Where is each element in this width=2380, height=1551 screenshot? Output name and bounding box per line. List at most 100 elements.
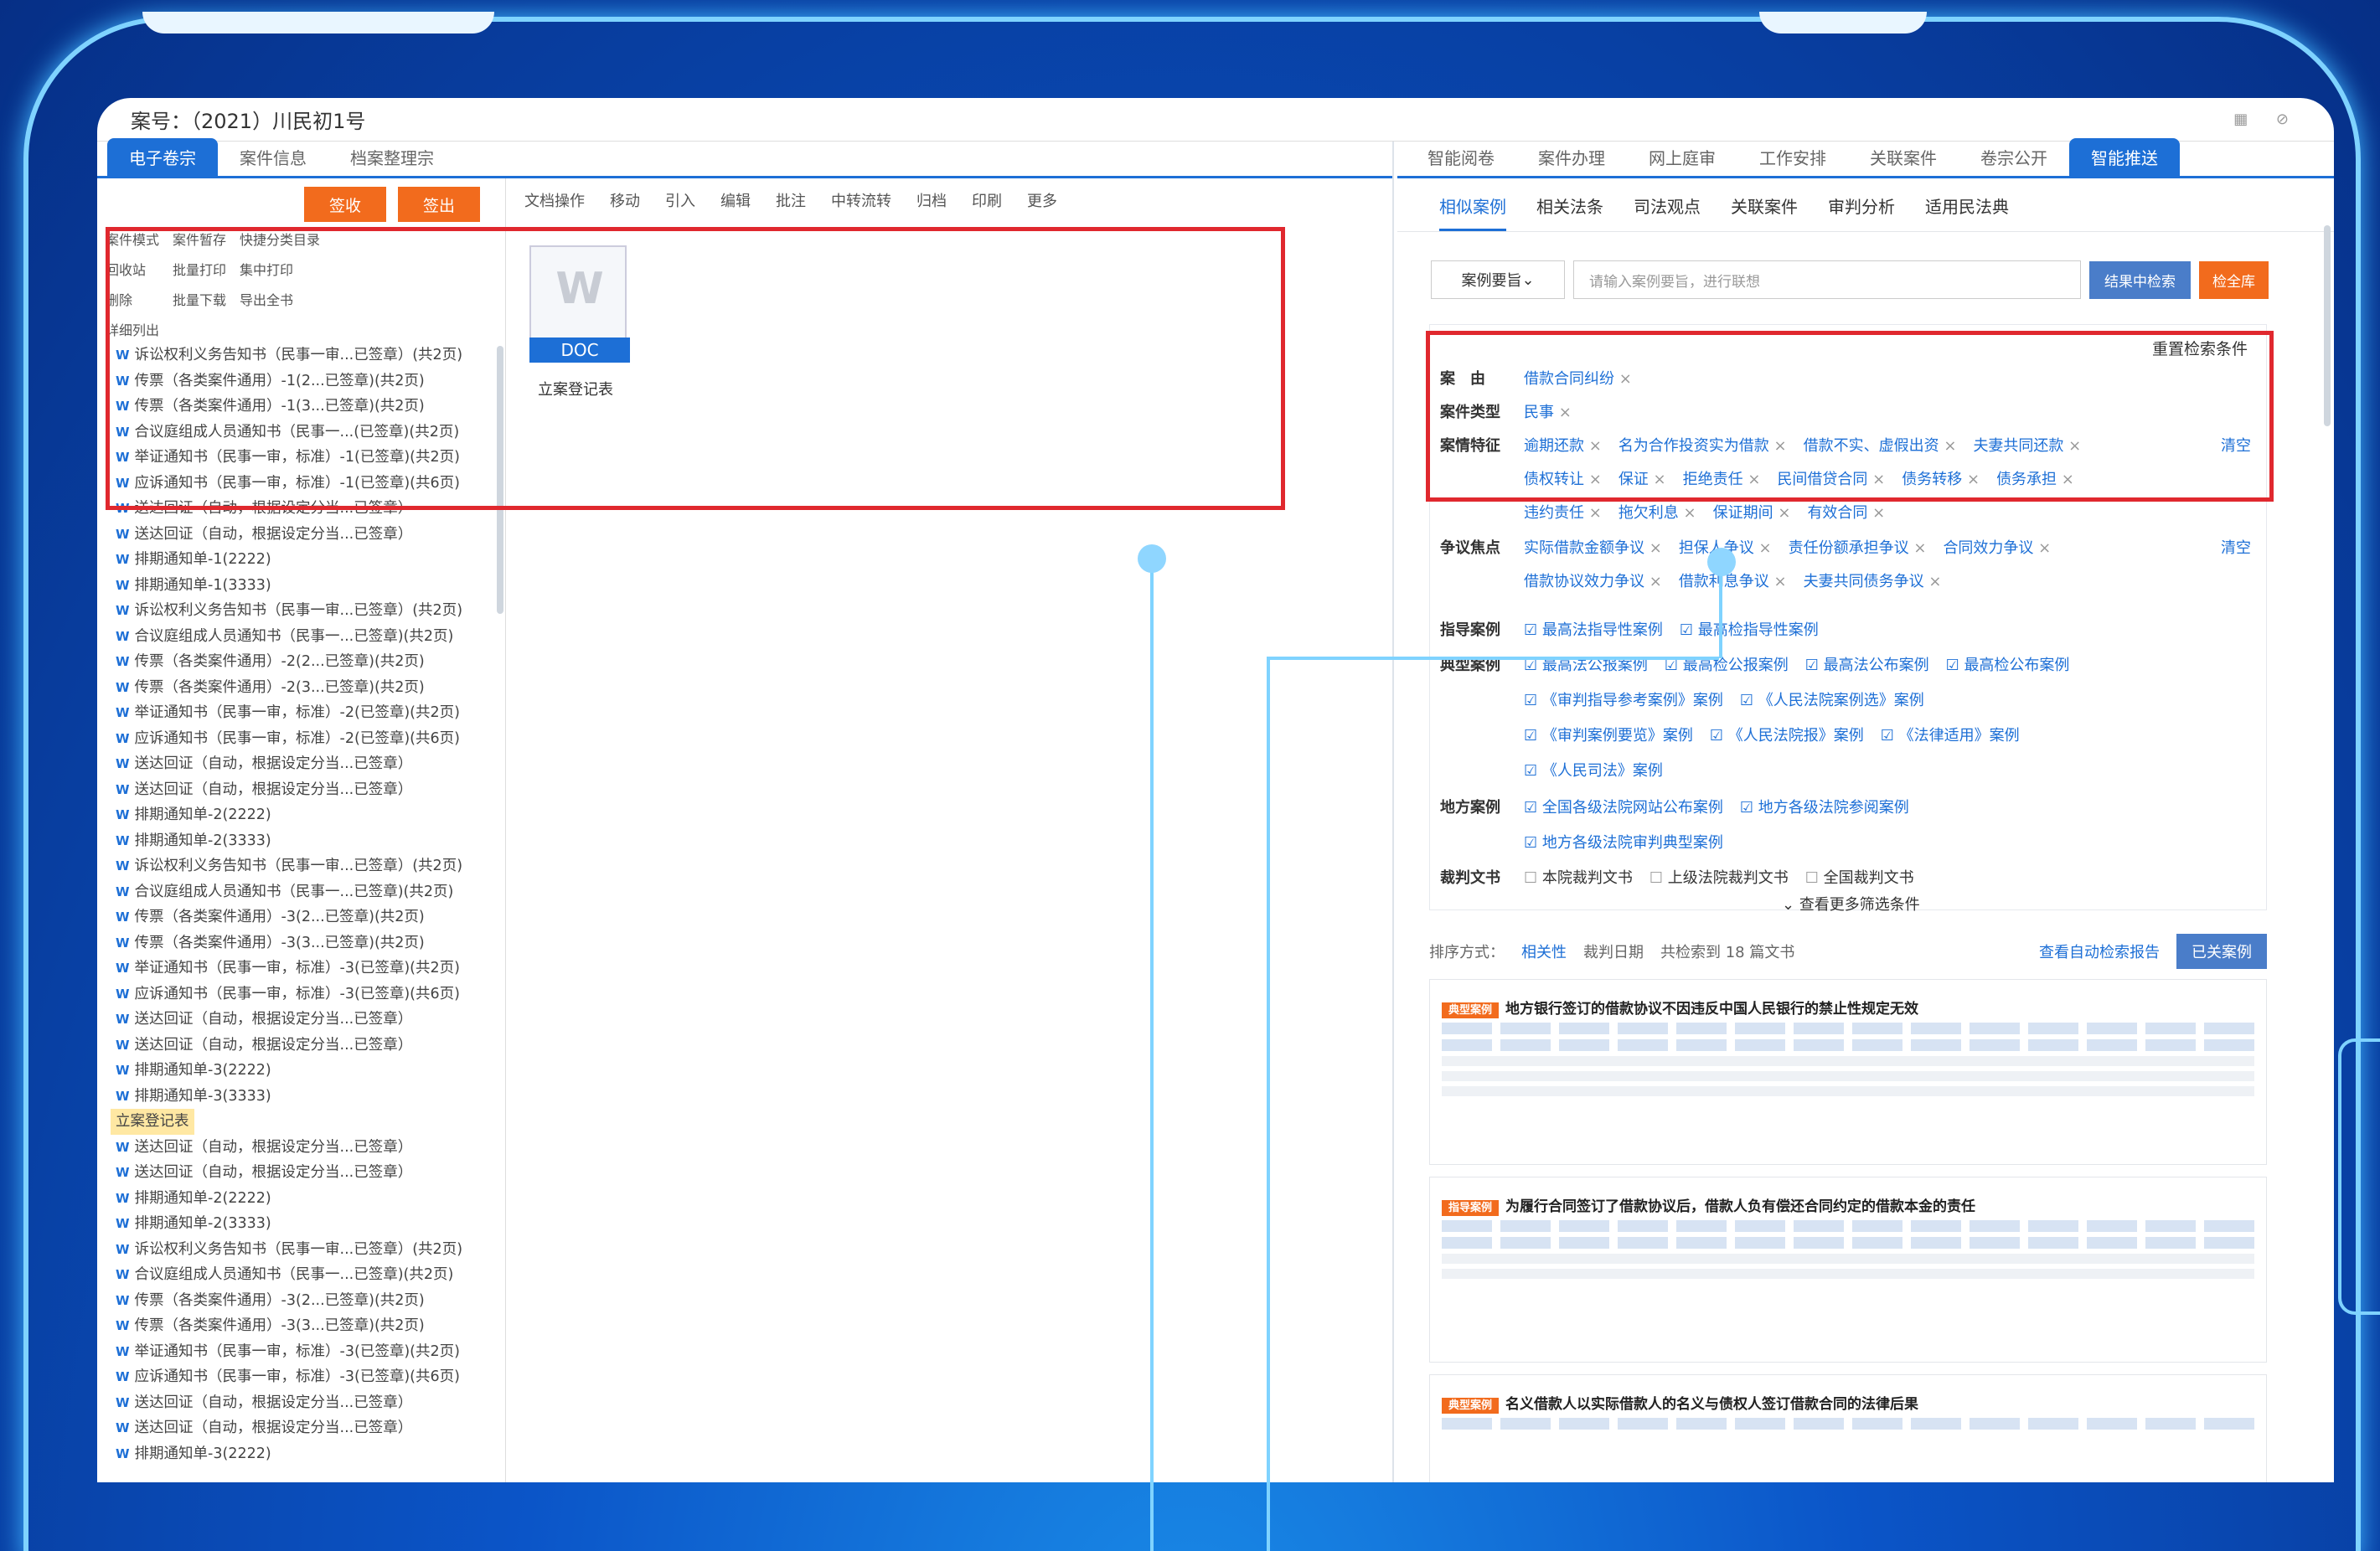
subtab-similar[interactable]: 相似案例 xyxy=(1439,193,1506,231)
tab-online-trial[interactable]: 网上庭审 xyxy=(1627,138,1737,176)
file-item[interactable]: W 排期通知单-2(2222) xyxy=(106,1186,505,1212)
checkbox[interactable]: 《审判案例要览》案例 xyxy=(1524,724,1693,745)
folder-item[interactable]: 立案登记表 xyxy=(106,1109,505,1135)
file-item[interactable]: W 传票（各类案件通用）-3(3...已签章)(共2页) xyxy=(106,1313,505,1339)
checkbox[interactable]: 地方各级法院审判典型案例 xyxy=(1524,831,1723,853)
file-item[interactable]: W 送达回证（自动，根据设定分当...已签章） xyxy=(106,751,505,777)
tb-transfer[interactable]: 中转流转 xyxy=(831,189,891,211)
closed-cases-button[interactable]: 已关案例 xyxy=(2176,934,2267,969)
file-item[interactable]: W 送达回证（自动，根据设定分当...已签章） xyxy=(106,777,505,803)
result-title[interactable]: 为履行合同签订了借款协议后，借款人负有偿还合同约定的借款本金的责任 xyxy=(1505,1198,1975,1215)
tb-doc-op[interactable]: 文档操作 xyxy=(524,189,585,211)
sort-relevance[interactable]: 相关性 xyxy=(1521,940,1567,962)
sign-out-button[interactable]: 签出 xyxy=(397,187,480,222)
file-item[interactable]: W 诉讼权利义务告知书（民事一审...已签章）(共2页) xyxy=(106,1237,505,1263)
result-card[interactable]: 典型案例 地方银行签订的借款协议不因违反中国人民银行的禁止性规定无效 xyxy=(1429,979,2267,1165)
file-item[interactable]: W 传票（各类案件通用）-2(2...已签章)(共2页) xyxy=(106,649,505,675)
tab-smart-read[interactable]: 智能阅卷 xyxy=(1406,138,1516,176)
file-item[interactable]: W 送达回证（自动，根据设定分当...已签章） xyxy=(106,1160,505,1186)
auto-report-link[interactable]: 查看自动检索报告 xyxy=(2039,940,2160,962)
chip[interactable]: 违约责任 xyxy=(1524,501,1602,523)
checkbox[interactable]: 本院裁判文书 xyxy=(1524,866,1633,888)
file-item[interactable]: W 排期通知单-1(2222) xyxy=(106,547,505,573)
checkbox[interactable]: 上级法院裁判文书 xyxy=(1649,866,1789,888)
tb-more[interactable]: 更多 xyxy=(1027,189,1057,211)
tb-annotate[interactable]: 批注 xyxy=(776,189,806,211)
file-item[interactable]: W 传票（各类案件通用）-3(3...已签章)(共2页) xyxy=(106,930,505,956)
file-item[interactable]: W 合议庭组成人员通知书（民事一...已签章)(共2页) xyxy=(106,879,505,905)
search-in-results-button[interactable]: 结果中检索 xyxy=(2089,260,2191,299)
checkbox[interactable]: 《人民法院报》案例 xyxy=(1710,724,1864,745)
file-item[interactable]: W 传票（各类案件通用）-3(2...已签章)(共2页) xyxy=(106,1288,505,1314)
file-item[interactable]: W 送达回证（自动，根据设定分当...已签章） xyxy=(106,1390,505,1416)
file-item[interactable]: W 举证通知书（民事一审，标准）-3(已签章)(共2页) xyxy=(106,1339,505,1365)
file-item[interactable]: W 排期通知单-3(2222) xyxy=(106,1441,505,1467)
tab-smart-push[interactable]: 智能推送 xyxy=(2069,138,2180,176)
sort-date[interactable]: 裁判日期 xyxy=(1583,940,1644,962)
subtab-views[interactable]: 司法观点 xyxy=(1634,193,1701,231)
window-controls[interactable]: ▦ ⊘ xyxy=(2233,111,2300,128)
chip[interactable]: 借款利息争议 xyxy=(1679,569,1787,591)
file-item[interactable]: W 送达回证（自动，根据设定分当...已签章） xyxy=(106,1033,505,1059)
tab-electronic-file[interactable]: 电子卷宗 xyxy=(107,138,218,176)
tab-work-plan[interactable]: 工作安排 xyxy=(1737,138,1848,176)
chip[interactable]: 拖欠利息 xyxy=(1619,501,1696,523)
result-title[interactable]: 名义借款人以实际借款人的名义与债权人签订借款合同的法律后果 xyxy=(1505,1396,1918,1413)
checkbox[interactable]: 全国裁判文书 xyxy=(1805,866,1914,888)
chip[interactable]: 责任份额承担争议 xyxy=(1789,536,1927,558)
file-item[interactable]: W 排期通知单-2(3333) xyxy=(106,1211,505,1237)
file-item[interactable]: W 诉讼权利义务告知书（民事一审...已签章）(共2页) xyxy=(106,598,505,624)
checkbox[interactable]: 最高法公布案例 xyxy=(1805,653,1929,675)
file-item[interactable]: W 送达回证（自动，根据设定分当...已签章） xyxy=(106,1007,505,1033)
checkbox[interactable]: 地方各级法院参阅案例 xyxy=(1740,796,1909,817)
file-item[interactable]: W 应诉通知书（民事一审，标准）-3(已签章)(共6页) xyxy=(106,1364,505,1390)
search-type-select[interactable]: 案例要旨 ⌄ xyxy=(1431,260,1565,299)
checkbox[interactable]: 《人民法院案例选》案例 xyxy=(1740,688,1924,710)
search-all-button[interactable]: 检全库 xyxy=(2199,260,2269,299)
checkbox[interactable]: 《人民司法》案例 xyxy=(1524,759,1663,781)
subtab-analysis[interactable]: 审判分析 xyxy=(1828,193,1895,231)
file-item[interactable]: W 送达回证（自动，根据设定分当...已签章） xyxy=(106,522,505,548)
file-item[interactable]: W 诉讼权利义务告知书（民事一审...已签章）(共2页) xyxy=(106,853,505,879)
subtab-related[interactable]: 关联案件 xyxy=(1731,193,1798,231)
file-item[interactable]: W 排期通知单-3(2222) xyxy=(106,1058,505,1084)
chip[interactable]: 夫妻共同债务争议 xyxy=(1804,569,1942,591)
tb-move[interactable]: 移动 xyxy=(610,189,640,211)
search-input[interactable]: 请输入案例要旨，进行联想 xyxy=(1573,260,2081,299)
chip[interactable]: 保证期间 xyxy=(1713,501,1791,523)
result-title[interactable]: 地方银行签订的借款协议不因违反中国人民银行的禁止性规定无效 xyxy=(1505,1001,1918,1018)
right-scrollbar[interactable] xyxy=(2324,225,2331,426)
tab-related-case[interactable]: 关联案件 xyxy=(1848,138,1959,176)
subtab-civil-code[interactable]: 适用民法典 xyxy=(1925,193,2009,231)
file-item[interactable]: W 排期通知单-2(3333) xyxy=(106,828,505,854)
file-item[interactable]: W 传票（各类案件通用）-3(2...已签章)(共2页) xyxy=(106,904,505,930)
file-item[interactable]: W 送达回证（自动，根据设定分当...已签章） xyxy=(106,1135,505,1161)
chip[interactable]: 实际借款金额争议 xyxy=(1524,536,1662,558)
tab-file-public[interactable]: 卷宗公开 xyxy=(1959,138,2069,176)
file-item[interactable]: W 传票（各类案件通用）-2(3...已签章)(共2页) xyxy=(106,675,505,701)
chip[interactable]: 有效合同 xyxy=(1807,501,1885,523)
tb-archive[interactable]: 归档 xyxy=(916,189,947,211)
checkbox[interactable]: 最高检指导性案例 xyxy=(1680,618,1819,640)
checkbox[interactable]: 最高检公布案例 xyxy=(1946,653,2069,675)
tab-archive[interactable]: 档案整理宗 xyxy=(328,138,456,176)
subtab-laws[interactable]: 相关法条 xyxy=(1536,193,1603,231)
file-item[interactable]: W 排期通知单-1(3333) xyxy=(106,573,505,599)
chip[interactable]: 借款协议效力争议 xyxy=(1524,569,1662,591)
file-item[interactable]: W 排期通知单-2(2222) xyxy=(106,802,505,828)
tab-case-info[interactable]: 案件信息 xyxy=(218,138,328,176)
checkbox[interactable]: 最高法指导性案例 xyxy=(1524,618,1663,640)
file-item[interactable]: W 排期通知单-3(3333) xyxy=(106,1084,505,1110)
sign-in-button[interactable]: 签收 xyxy=(303,187,386,222)
checkbox[interactable]: 《审判指导参考案例》案例 xyxy=(1524,688,1723,710)
result-card[interactable]: 指导案例 为履行合同签订了借款协议后，借款人负有偿还合同约定的借款本金的责任 xyxy=(1429,1177,2267,1363)
file-item[interactable]: W 应诉通知书（民事一审，标准）-2(已签章)(共6页) xyxy=(106,726,505,752)
chip[interactable]: 合同效力争议 xyxy=(1943,536,2051,558)
file-item[interactable]: W 合议庭组成人员通知书（民事一...已签章)(共2页) xyxy=(106,624,505,650)
tab-case-handle[interactable]: 案件办理 xyxy=(1516,138,1627,176)
tb-edit[interactable]: 编辑 xyxy=(720,189,751,211)
tb-import[interactable]: 引入 xyxy=(665,189,695,211)
file-item[interactable]: W 举证通知书（民事一审，标准）-3(已签章)(共2页) xyxy=(106,956,505,982)
clear-dispute[interactable]: 清空 xyxy=(2221,536,2251,558)
more-filters-link[interactable]: ⌄ 查看更多筛选条件 xyxy=(1782,893,1920,915)
